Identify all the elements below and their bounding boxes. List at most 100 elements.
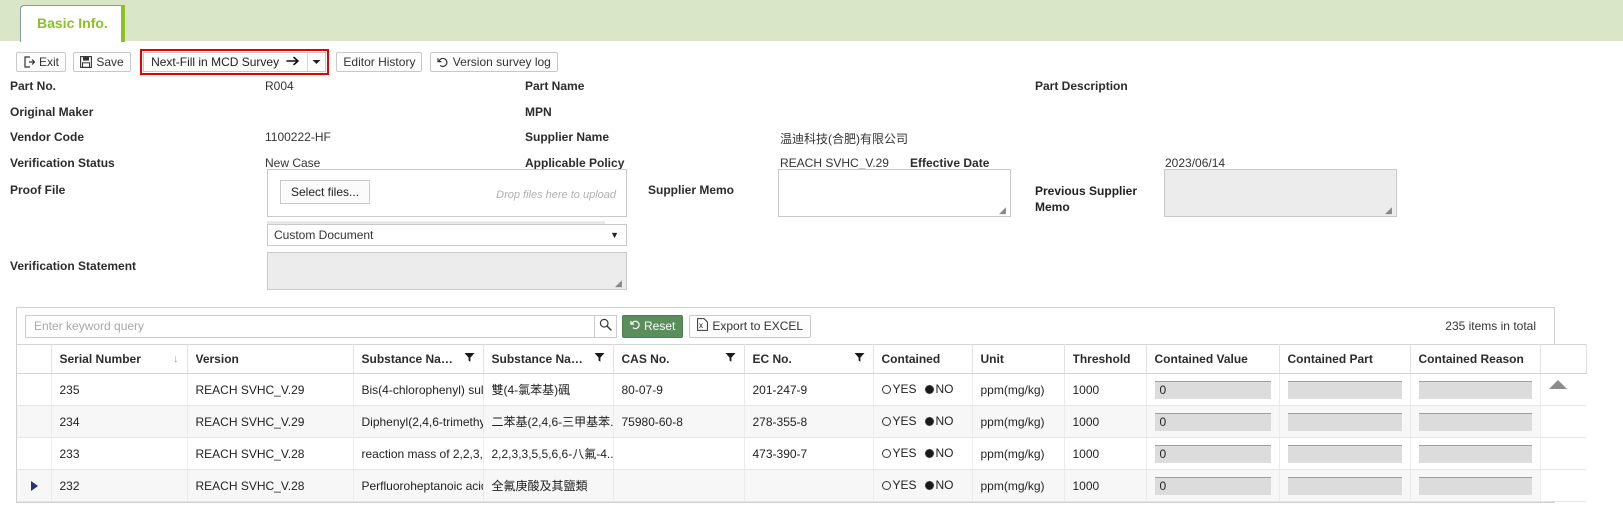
document-type-select[interactable]: Custom Document ▼ — [267, 221, 627, 246]
filter-funnel-icon[interactable] — [854, 352, 865, 366]
expand-row-icon[interactable] — [31, 480, 38, 491]
part-name-label: Part Name — [525, 79, 585, 93]
export-to-excel-button[interactable]: x Export to EXCEL — [689, 314, 812, 338]
contained-value-input[interactable] — [1154, 380, 1271, 399]
supplier-memo-textarea[interactable]: ◢ — [778, 169, 1011, 217]
table-row[interactable]: 234 REACH SVHC_V.29 Diphenyl(2,4,6-trimeth… — [17, 405, 1586, 438]
cell-contained-reason[interactable] — [1410, 469, 1541, 502]
cell-substance-en: Perfluoroheptanoic acid a — [353, 469, 484, 502]
save-button[interactable]: Save — [73, 52, 131, 72]
contained-reason-input[interactable] — [1418, 476, 1532, 495]
tab-label: Basic Info. — [37, 15, 108, 31]
save-label: Save — [96, 55, 124, 69]
floppy-disk-icon — [80, 56, 93, 68]
tab-strip: Basic Info. — [0, 0, 1623, 42]
column-header-contained[interactable]: Contained — [873, 344, 973, 374]
reset-button[interactable]: Reset — [622, 314, 684, 338]
tab-basic-info[interactable]: Basic Info. — [20, 5, 125, 42]
cell-unit: ppm(mg/kg) — [972, 437, 1065, 470]
cell-contained-part[interactable] — [1279, 373, 1411, 406]
cell-contained-reason[interactable] — [1410, 437, 1541, 470]
contained-part-input[interactable] — [1287, 476, 1402, 495]
cell-contained-part[interactable] — [1279, 437, 1411, 470]
column-header-substance_en[interactable]: Substance Name... — [353, 344, 484, 374]
exit-button[interactable]: Exit — [16, 52, 67, 72]
contained-part-input[interactable] — [1287, 380, 1402, 399]
cell-threshold: 1000 — [1064, 373, 1147, 406]
grid-scroll-cell — [1540, 469, 1586, 502]
proof-file-dropzone[interactable]: Select files... Drop files here to uploa… — [267, 169, 627, 217]
column-header-contained_part[interactable]: Contained Part — [1279, 344, 1411, 374]
sort-descending-icon[interactable]: ↓ — [173, 353, 179, 365]
scroll-up-icon[interactable] — [1548, 380, 1567, 389]
cell-cas — [613, 469, 745, 502]
verification-statement-textarea[interactable]: ◢ — [267, 252, 627, 290]
export-to-excel-label: Export to EXCEL — [712, 319, 804, 333]
cell-contained-value[interactable] — [1146, 405, 1280, 438]
grid-scroll-cell — [1540, 405, 1586, 438]
column-header-contained_value[interactable]: Contained Value — [1146, 344, 1280, 374]
column-header-contained_reason[interactable]: Contained Reason — [1410, 344, 1541, 374]
radio-yes[interactable] — [881, 416, 891, 426]
radio-no-label: NO — [935, 382, 954, 397]
filter-funnel-icon[interactable] — [725, 352, 736, 366]
contained-value-input[interactable] — [1154, 444, 1271, 463]
column-header-substance_zh[interactable]: Substance Name... — [483, 344, 614, 374]
radio-yes[interactable] — [881, 384, 891, 394]
radio-yes-label: YES — [892, 382, 917, 397]
column-header-version[interactable]: Version — [187, 344, 354, 374]
chevron-down-icon[interactable] — [307, 53, 325, 71]
original-maker-label: Original Maker — [10, 105, 94, 119]
radio-no[interactable] — [924, 384, 934, 394]
previous-supplier-memo-textarea[interactable]: ◢ — [1164, 169, 1397, 217]
next-fill-main[interactable]: Next-Fill in MCD Survey — [144, 55, 307, 70]
filter-funnel-icon[interactable] — [464, 352, 475, 366]
cell-contained[interactable]: YES NO — [873, 469, 973, 502]
column-header-cas[interactable]: CAS No. — [613, 344, 745, 374]
cell-contained[interactable]: YES NO — [873, 437, 973, 470]
column-header-unit[interactable]: Unit — [972, 344, 1065, 374]
cell-substance-zh: 雙(4-氯苯基)碸 — [483, 373, 614, 406]
table-row[interactable]: 235 REACH SVHC_V.29 Bis(4-chlorophenyl) su… — [17, 373, 1586, 406]
cell-contained[interactable]: YES NO — [873, 373, 973, 406]
filter-funnel-icon[interactable] — [594, 352, 605, 366]
column-header-label: Substance Name... — [491, 352, 590, 366]
search-button[interactable] — [595, 314, 617, 338]
contained-reason-input[interactable] — [1418, 444, 1532, 463]
cell-contained-value[interactable] — [1146, 373, 1280, 406]
table-row[interactable]: 233 REACH SVHC_V.28 reaction mass of 2,2,3… — [17, 437, 1586, 470]
cell-substance-zh: 全氟庚酸及其鹽類 — [483, 469, 614, 502]
cell-contained-value[interactable] — [1146, 437, 1280, 470]
radio-yes[interactable] — [881, 448, 891, 458]
cell-contained-reason[interactable] — [1410, 373, 1541, 406]
column-header-serial[interactable]: Serial Number ↓ — [51, 344, 188, 374]
contained-value-input[interactable] — [1154, 412, 1271, 431]
search-input[interactable] — [25, 314, 595, 338]
contained-reason-input[interactable] — [1418, 412, 1532, 431]
substance-grid-panel: Reset x Export to EXCEL 235 items in tot… — [16, 307, 1587, 503]
cell-contained-part[interactable] — [1279, 469, 1411, 502]
row-expander-cell[interactable] — [17, 469, 52, 502]
version-survey-log-button[interactable]: Version survey log — [429, 52, 558, 72]
radio-yes-label: YES — [892, 478, 917, 493]
contained-part-input[interactable] — [1287, 444, 1402, 463]
column-header-threshold[interactable]: Threshold — [1064, 344, 1147, 374]
radio-no[interactable] — [924, 480, 934, 490]
cell-contained-reason[interactable] — [1410, 405, 1541, 438]
cell-contained[interactable]: YES NO — [873, 405, 973, 438]
table-row[interactable]: 232 REACH SVHC_V.28 Perfluoroheptanoic aci… — [17, 469, 1586, 502]
contained-part-input[interactable] — [1287, 412, 1402, 431]
editor-history-button[interactable]: Editor History — [336, 52, 423, 72]
column-header-label: Contained — [881, 352, 941, 366]
next-fill-split-button[interactable]: Next-Fill in MCD Survey — [143, 52, 327, 72]
cell-cas: 80-07-9 — [613, 373, 745, 406]
radio-no[interactable] — [924, 448, 934, 458]
contained-value-input[interactable] — [1154, 476, 1271, 495]
cell-contained-part[interactable] — [1279, 405, 1411, 438]
cell-contained-value[interactable] — [1146, 469, 1280, 502]
contained-reason-input[interactable] — [1418, 380, 1532, 399]
radio-no[interactable] — [924, 416, 934, 426]
column-header-ec[interactable]: EC No. — [744, 344, 874, 374]
select-files-button[interactable]: Select files... — [280, 180, 371, 204]
radio-yes[interactable] — [881, 480, 891, 490]
